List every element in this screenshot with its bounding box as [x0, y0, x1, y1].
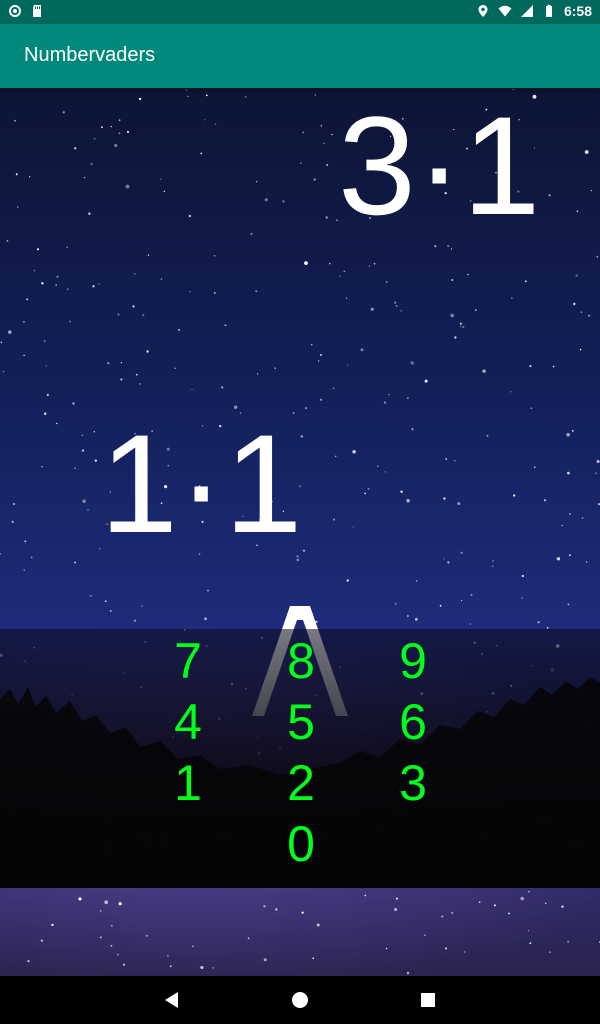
recents-icon[interactable]: [416, 988, 440, 1012]
key-9[interactable]: 9: [383, 631, 443, 691]
circle-notification-icon: [9, 5, 21, 17]
back-icon[interactable]: [160, 988, 184, 1012]
sd-card-icon: [33, 5, 41, 17]
screen: 6:58 Numbervaders 3·1 1·1 7 8 9 4 5 6 1 …: [0, 0, 600, 1024]
key-8[interactable]: 8: [271, 631, 331, 691]
key-0[interactable]: 0: [271, 814, 331, 874]
key-3[interactable]: 3: [383, 753, 443, 813]
app-title: Numbervaders: [24, 44, 156, 66]
battery-icon: [545, 4, 552, 17]
wifi-icon: [498, 5, 512, 17]
enemy-number: 3·1: [338, 88, 541, 244]
key-4[interactable]: 4: [158, 692, 218, 752]
number-keypad: 7 8 9 4 5 6 1 2 3 0: [0, 629, 600, 888]
status-bar: 6:58: [0, 0, 600, 24]
key-1[interactable]: 1: [158, 753, 218, 813]
navigation-bar: [0, 976, 600, 1024]
signal-icon: [520, 5, 533, 17]
enemy-number: 1·1: [100, 405, 303, 562]
home-icon[interactable]: [288, 988, 312, 1012]
key-2[interactable]: 2: [271, 753, 331, 813]
key-5[interactable]: 5: [271, 692, 331, 752]
status-time: 6:58: [563, 3, 592, 19]
key-7[interactable]: 7: [158, 631, 218, 691]
app-bar: Numbervaders: [0, 24, 600, 88]
key-6[interactable]: 6: [383, 692, 443, 752]
location-pin-icon: [478, 5, 488, 17]
